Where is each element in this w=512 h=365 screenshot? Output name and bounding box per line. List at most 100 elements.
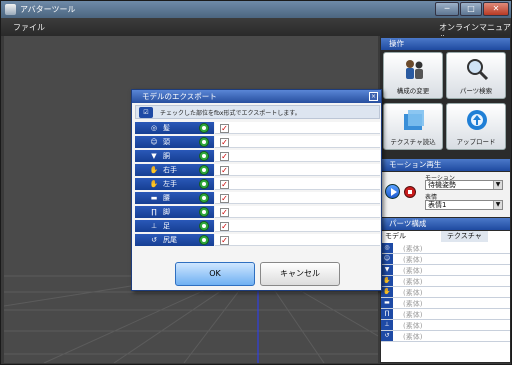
upload-globe-icon [467, 110, 487, 130]
maximize-button[interactable]: □ [460, 2, 482, 16]
export-row-label: 髪 [163, 124, 170, 132]
export-row-legs: ∏ 脚 ✓ [135, 206, 380, 219]
parts-row-label: (素体) [403, 300, 423, 308]
parts-row-label: (素体) [403, 267, 423, 275]
export-row-feet: ⊥ 足 ✓ [135, 220, 380, 233]
visibility-toggle[interactable] [199, 221, 209, 231]
dialog-close-button[interactable]: × [369, 92, 378, 101]
parts-row[interactable]: ⊥ (素体) [381, 320, 510, 331]
export-checkbox[interactable]: ✓ [220, 222, 229, 231]
export-row-right-hand: ✋ 右手 ✓ [135, 164, 380, 177]
visibility-toggle[interactable] [199, 123, 209, 133]
app-window: アバターツール ─ □ ✕ ファイル オンラインマニュアル [0, 0, 512, 365]
export-row-left-hand: ✋ 左手 ✓ [135, 178, 380, 191]
parts-row-label: (素体) [403, 322, 423, 330]
export-row-label: 右手 [163, 166, 177, 174]
export-checkbox[interactable]: ✓ [220, 166, 229, 175]
stop-icon [408, 190, 412, 194]
visibility-toggle[interactable] [199, 179, 209, 189]
visibility-toggle[interactable] [199, 151, 209, 161]
app-icon [5, 4, 16, 15]
export-checkbox[interactable]: ✓ [220, 124, 229, 133]
checklist-icon: ☑ [139, 107, 153, 118]
parts-header: パーツ構成 [381, 218, 510, 230]
upload-button[interactable]: アップロード [446, 103, 506, 150]
head-icon: ☺ [150, 138, 158, 146]
motion-select[interactable]: 待機姿勢 ▼ [425, 180, 503, 190]
parts-search-label: パーツ検索 [459, 87, 493, 95]
feet-icon: ⊥ [150, 222, 158, 230]
visibility-toggle[interactable] [199, 165, 209, 175]
hair-icon: ◎ [381, 243, 393, 253]
head-icon: ☺ [381, 254, 393, 264]
expression-select[interactable]: 表情1 ▼ [425, 200, 503, 210]
parts-row-label: (素体) [403, 311, 423, 319]
dialog-description: ☑ チェックした部位をfbx形式でエクスポートします。 [135, 105, 380, 119]
legs-icon: ∏ [381, 309, 393, 319]
export-checkbox[interactable]: ✓ [220, 236, 229, 245]
hair-icon: ◎ [150, 124, 158, 132]
ok-button[interactable]: OK [175, 262, 255, 286]
dialog-title: モデルのエクスポート [142, 92, 217, 101]
change-composition-label: 構成の変更 [396, 87, 430, 95]
parts-row[interactable]: ∏ (素体) [381, 309, 510, 320]
parts-row-label: (素体) [403, 289, 423, 297]
change-composition-button[interactable]: 構成の変更 [383, 52, 443, 99]
tab-texture[interactable]: テクスチャ [441, 231, 488, 242]
visibility-toggle[interactable] [199, 207, 209, 217]
export-checkbox[interactable]: ✓ [220, 194, 229, 203]
window-title: アバターツール [20, 5, 76, 14]
people-icon [406, 60, 423, 79]
parts-row-label: (素体) [403, 256, 423, 264]
dialog-description-text: チェックした部位をfbx形式でエクスポートします。 [160, 110, 301, 117]
play-icon [391, 188, 397, 196]
feet-icon: ⊥ [381, 320, 393, 330]
export-row-torso: ▼ 胴 ✓ [135, 150, 380, 163]
waist-icon: ▬ [150, 194, 158, 202]
menu-file[interactable]: ファイル [13, 22, 45, 33]
chevron-down-icon: ▼ [493, 181, 502, 189]
upload-label: アップロード [456, 138, 496, 146]
motion-panel: モーション 待機姿勢 ▼ 表情 表情1 ▼ [381, 172, 510, 217]
minimize-button[interactable]: ─ [435, 2, 459, 16]
visibility-toggle[interactable] [199, 235, 209, 245]
tail-icon: ↺ [151, 236, 157, 244]
visibility-toggle[interactable] [199, 137, 209, 147]
dialog-title-bar: モデルのエクスポート [132, 90, 381, 103]
parts-row[interactable]: ✋ (素体) [381, 276, 510, 287]
title-bar: アバターツール ─ □ ✕ [1, 1, 511, 18]
close-button[interactable]: ✕ [483, 2, 509, 16]
export-row-head: ☺ 頭 ✓ [135, 136, 380, 149]
waist-icon: ▬ [381, 298, 393, 308]
play-button[interactable] [385, 184, 400, 199]
parts-row[interactable]: ☺ (素体) [381, 254, 510, 265]
export-checkbox[interactable]: ✓ [220, 138, 229, 147]
parts-row[interactable]: ↺ (素体) [381, 331, 510, 342]
left-hand-icon: ✋ [381, 287, 393, 297]
load-texture-label: テクスチャ読込 [390, 138, 436, 146]
export-row-label: 脚 [163, 208, 170, 216]
export-checkbox[interactable]: ✓ [220, 152, 229, 161]
export-checkbox[interactable]: ✓ [220, 180, 229, 189]
parts-row[interactable]: ▬ (素体) [381, 298, 510, 309]
parts-row[interactable]: ✋ (素体) [381, 287, 510, 298]
parts-search-button[interactable]: パーツ検索 [446, 52, 506, 99]
visibility-toggle[interactable] [199, 193, 209, 203]
cancel-button[interactable]: キャンセル [260, 262, 340, 286]
parts-row[interactable]: ◎ (素体) [381, 243, 510, 254]
stop-button[interactable] [404, 186, 416, 198]
motion-select-value: 待機姿勢 [428, 181, 456, 189]
menu-bar: ファイル オンラインマニュアル [1, 18, 511, 43]
magnifier-icon [467, 59, 489, 81]
torso-icon: ▼ [381, 265, 393, 275]
parts-panel: モデル テクスチャ ◎ (素体) ☺ (素体) ▼ (素体) ✋ (素体) ✋ (素体) … [381, 231, 510, 362]
export-checkbox[interactable]: ✓ [220, 208, 229, 217]
parts-row-label: (素体) [403, 278, 423, 286]
parts-row[interactable]: ▼ (素体) [381, 265, 510, 276]
export-row-label: 左手 [163, 180, 177, 188]
export-row-tail: ↺ 尻尾 ✓ [135, 234, 380, 247]
export-row-label: 腰 [163, 194, 170, 202]
export-row-label: 足 [163, 222, 170, 230]
tab-model[interactable]: モデル [385, 231, 406, 242]
load-texture-button[interactable]: テクスチャ読込 [383, 103, 443, 150]
